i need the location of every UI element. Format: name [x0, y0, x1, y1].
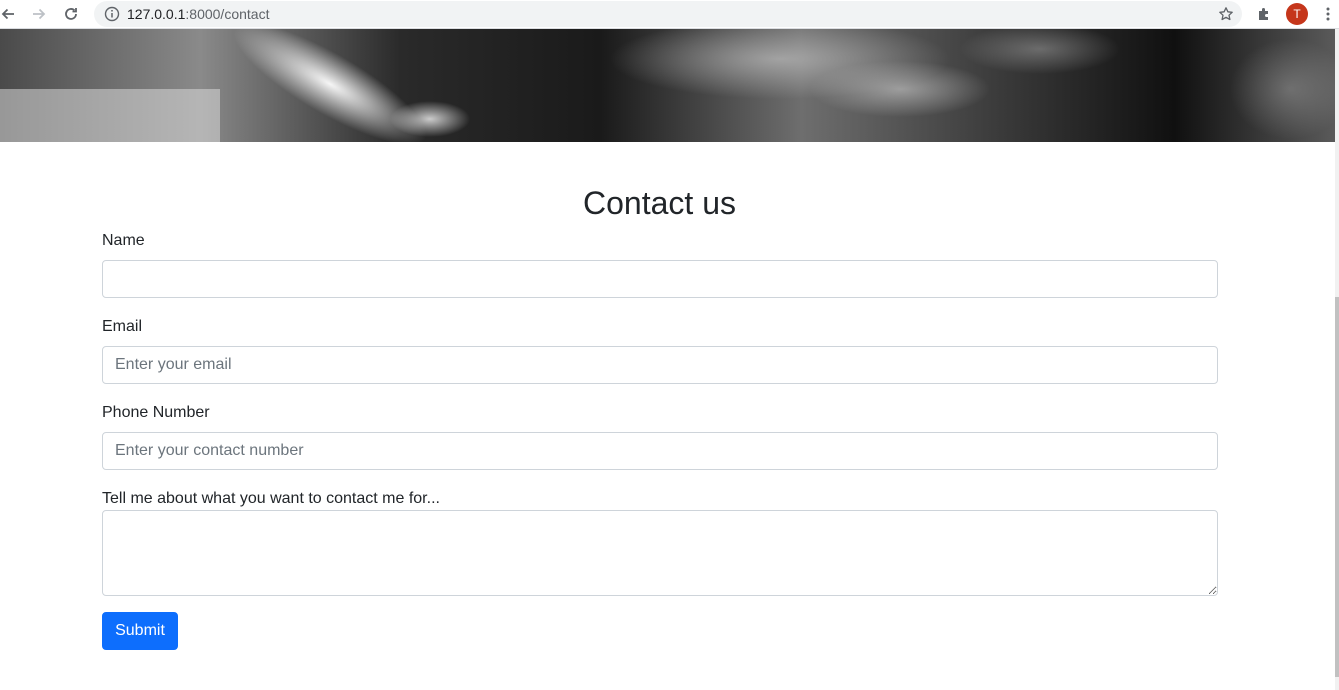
reload-icon: [65, 8, 77, 20]
arrow-left-icon: [1, 8, 14, 20]
page-title: Contact us: [583, 185, 736, 221]
bookmark-star-icon[interactable]: [1218, 6, 1234, 22]
hero-banner-image: [0, 29, 1335, 142]
message-textarea[interactable]: [102, 510, 1218, 596]
phone-label: Phone Number: [102, 404, 210, 421]
back-button[interactable]: [0, 3, 20, 25]
arrow-right-icon: [33, 8, 46, 20]
url-path: :8000/contact: [185, 6, 270, 22]
more-menu-icon[interactable]: [1322, 6, 1334, 22]
email-label: Email: [102, 318, 143, 335]
name-label: Name: [102, 232, 145, 249]
forward-button[interactable]: [27, 3, 51, 25]
scrollbar-thumb[interactable]: [1335, 297, 1339, 677]
address-bar[interactable]: 127.0.0.1:8000/contact: [94, 1, 1242, 27]
browser-toolbar: 127.0.0.1:8000/contact T: [0, 0, 1339, 29]
url-host: 127.0.0.1: [127, 6, 186, 22]
message-label: Tell me about what you want to contact m…: [102, 490, 440, 507]
reload-button[interactable]: [59, 3, 83, 25]
page-scrollbar[interactable]: [1335, 29, 1339, 690]
info-icon[interactable]: [104, 6, 120, 22]
profile-avatar[interactable]: T: [1286, 3, 1308, 25]
phone-input[interactable]: [102, 432, 1218, 470]
url-text: 127.0.0.1:8000/contact: [127, 6, 269, 22]
name-input[interactable]: [102, 260, 1218, 298]
avatar-letter: T: [1293, 7, 1301, 21]
submit-button[interactable]: Submit: [102, 612, 178, 650]
extensions-puzzle-icon[interactable]: [1256, 6, 1272, 22]
email-input[interactable]: [102, 346, 1218, 384]
